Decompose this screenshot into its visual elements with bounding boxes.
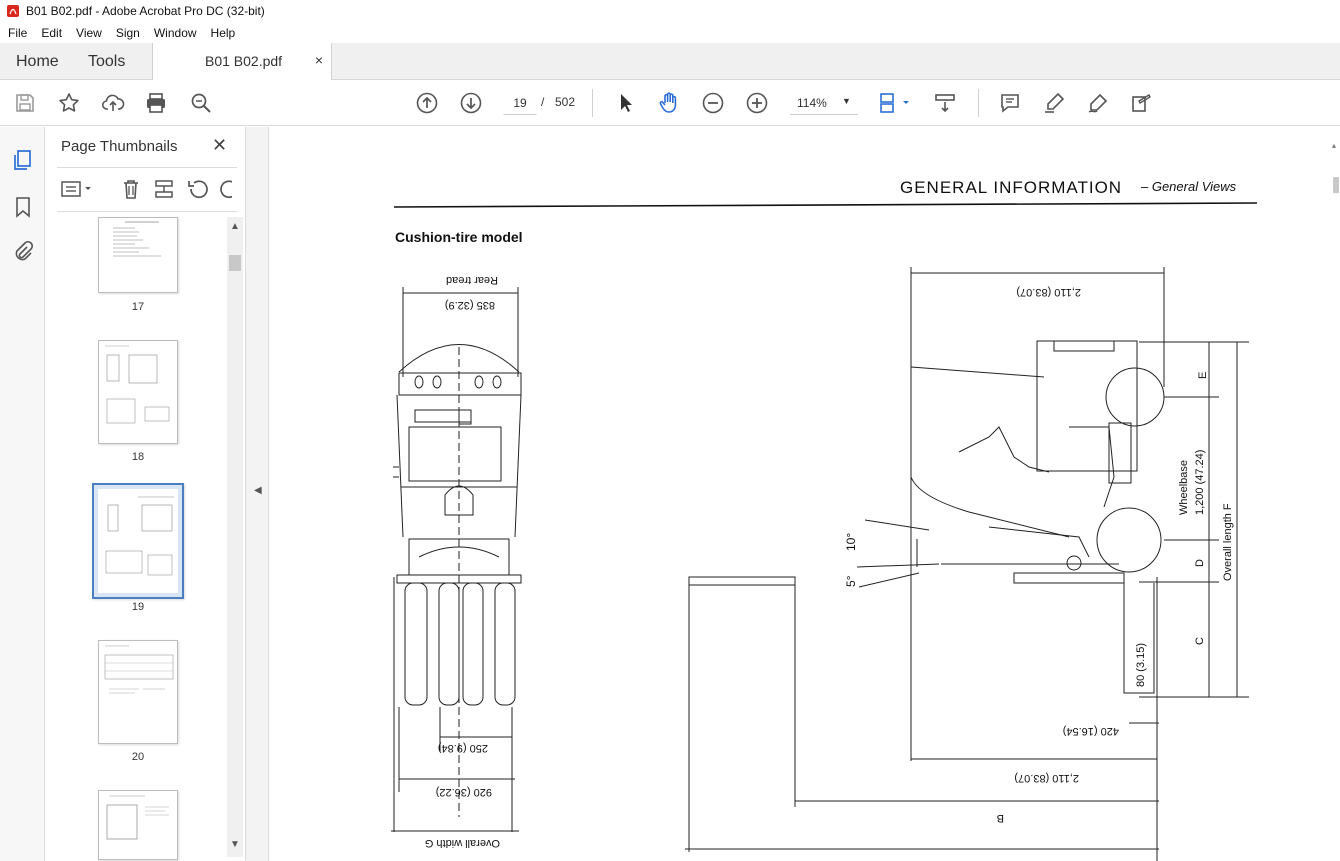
left-rail xyxy=(0,127,45,861)
save-icon[interactable] xyxy=(13,91,37,115)
toolbar-divider xyxy=(978,89,979,117)
upload-icon[interactable] xyxy=(101,91,125,115)
attachment-icon[interactable] xyxy=(11,240,35,264)
chevron-down-icon: ▼ xyxy=(842,96,851,106)
page-number-input[interactable]: 19 xyxy=(503,91,537,115)
menu-bar: File Edit View Sign Window Help xyxy=(0,22,1340,43)
dim-top-length: 2,110 (83.07) xyxy=(1016,286,1081,298)
dim-rear-tread: Rear tread xyxy=(446,274,498,286)
zoom-value: 114% xyxy=(797,96,827,110)
rotate-left-icon[interactable] xyxy=(186,177,210,201)
thumbnail-page-18[interactable] xyxy=(98,340,178,444)
dim-overall-width-value: 920 (36.22) xyxy=(436,786,492,798)
dim-bottom-length: 2,110 (83.07) xyxy=(1014,772,1079,784)
close-tab-button[interactable]: × xyxy=(315,52,323,68)
tab-document[interactable]: B01 B02.pdf × xyxy=(152,43,332,80)
menu-file[interactable]: File xyxy=(2,26,33,40)
page-header: GENERAL INFORMATION xyxy=(900,178,1122,197)
dim-d: D xyxy=(1194,559,1206,567)
print-icon[interactable] xyxy=(144,91,168,115)
select-icon[interactable] xyxy=(614,91,638,115)
dim-wheelbase-value: 1,200 (47.24) xyxy=(1194,450,1206,515)
document-tab-label: B01 B02.pdf xyxy=(205,53,283,69)
rotate-right-icon[interactable] xyxy=(218,177,232,201)
comment-icon[interactable] xyxy=(998,91,1022,115)
zoom-in-icon[interactable] xyxy=(745,91,769,115)
page-separator: / xyxy=(541,95,545,109)
total-pages: 502 xyxy=(555,95,576,109)
menu-view[interactable]: View xyxy=(70,26,108,40)
thumbnail-page-20[interactable] xyxy=(98,640,178,744)
collapse-panel-icon[interactable]: ◀ xyxy=(254,485,262,496)
dim-overhang: 420 (16.54) xyxy=(1063,725,1119,737)
delete-icon[interactable] xyxy=(119,177,143,201)
dim-wheelbase-label: Wheelbase xyxy=(1178,460,1190,515)
thumbnail-label: 20 xyxy=(131,751,145,763)
thumbnail-scrollbar[interactable]: ▲ ▼ xyxy=(227,217,243,857)
next-page-icon[interactable] xyxy=(459,91,483,115)
thumbnail-label: 19 xyxy=(131,601,145,613)
scroll-mode-icon[interactable] xyxy=(933,91,957,115)
panel-title: Page Thumbnails xyxy=(61,138,178,155)
window-title: B01 B02.pdf - Adobe Acrobat Pro DC (32-b… xyxy=(26,4,265,18)
document-view[interactable]: GENERAL INFORMATION – General Views Cush… xyxy=(269,127,1340,861)
document-scrollbar[interactable]: ▴ xyxy=(1332,127,1340,861)
find-icon[interactable] xyxy=(189,91,213,115)
thumbnail-page-21[interactable] xyxy=(98,790,178,860)
panel-splitter[interactable]: ◀ xyxy=(245,127,269,861)
tab-home[interactable]: Home xyxy=(16,43,59,80)
menu-sign[interactable]: Sign xyxy=(110,26,146,40)
hand-icon[interactable] xyxy=(657,91,681,115)
dim-fork-width: 250 (9.84) xyxy=(438,742,488,754)
page-header-sub: – General Views xyxy=(1140,179,1237,194)
fit-icon[interactable] xyxy=(878,91,912,115)
zoom-out-icon[interactable] xyxy=(701,91,725,115)
dim-e: E xyxy=(1197,372,1209,379)
scroll-down-icon[interactable]: ▼ xyxy=(230,839,240,850)
more-tools-icon[interactable] xyxy=(1129,91,1153,115)
divider xyxy=(57,211,237,212)
menu-edit[interactable]: Edit xyxy=(35,26,68,40)
pdf-app-icon xyxy=(7,5,19,17)
scroll-up-icon[interactable]: ▲ xyxy=(230,221,240,232)
thumbnails-icon[interactable] xyxy=(11,148,35,172)
tab-tools[interactable]: Tools xyxy=(88,43,125,80)
menu-window[interactable]: Window xyxy=(148,26,203,40)
thumbnails-panel: Page Thumbnails ✕ 17 18 19 20 ▲ ▼ xyxy=(45,127,245,861)
extract-pages-icon[interactable] xyxy=(152,177,176,201)
thumbnail-label: 18 xyxy=(131,451,145,463)
zoom-select[interactable]: 114% ▼ xyxy=(790,91,858,115)
prev-page-icon[interactable] xyxy=(415,91,439,115)
pdf-page: GENERAL INFORMATION – General Views Cush… xyxy=(391,178,1258,861)
tab-bar: Home Tools B01 B02.pdf × xyxy=(0,43,1340,80)
dim-overall-length: Overall length F xyxy=(1222,503,1234,581)
thumbnail-page-19[interactable] xyxy=(92,483,184,599)
dim-b: B xyxy=(997,812,1004,824)
thumbnail-label: 17 xyxy=(131,301,145,313)
dim-overall-width: Overall width G xyxy=(425,837,500,849)
close-panel-button[interactable]: ✕ xyxy=(212,135,227,156)
dim-c: C xyxy=(1194,637,1206,645)
scrollbar-thumb[interactable] xyxy=(1333,177,1339,193)
toolbar: 19 / 502 114% ▼ xyxy=(0,80,1340,126)
sign-icon[interactable] xyxy=(1086,91,1110,115)
scrollbar-thumb[interactable] xyxy=(229,255,241,271)
dim-tilt-forward: 5° xyxy=(844,575,858,587)
divider xyxy=(57,167,237,168)
section-title: Cushion-tire model xyxy=(395,229,523,245)
bookmark-icon[interactable] xyxy=(11,195,35,219)
thumbnail-page-17[interactable] xyxy=(98,217,178,293)
scroll-up-icon[interactable]: ▴ xyxy=(1332,141,1336,150)
title-bar: B01 B02.pdf - Adobe Acrobat Pro DC (32-b… xyxy=(0,0,1340,22)
dim-fork-height: 80 (3.15) xyxy=(1135,643,1147,687)
options-menu-icon[interactable] xyxy=(59,177,95,201)
highlight-icon[interactable] xyxy=(1042,91,1066,115)
menu-help[interactable]: Help xyxy=(205,26,242,40)
dim-tilt-back: 10° xyxy=(844,533,858,551)
dim-rear-tread-value: 835 (32.9) xyxy=(445,299,495,311)
star-icon[interactable] xyxy=(57,91,81,115)
toolbar-divider xyxy=(592,89,593,117)
